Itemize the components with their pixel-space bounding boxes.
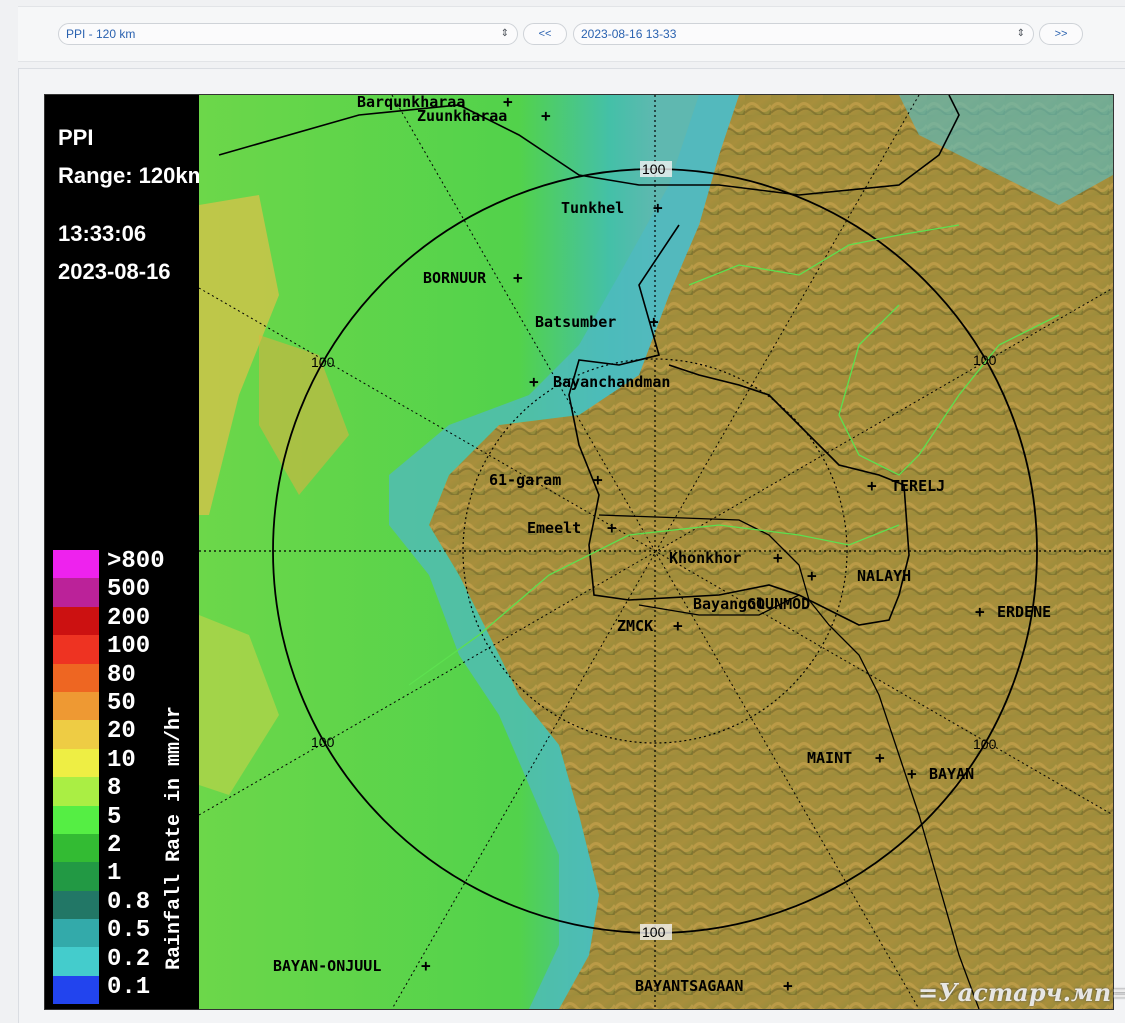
- ring-label: 100: [642, 924, 666, 940]
- plus-marker-icon: +: [607, 518, 617, 537]
- radar-map: 100 100 100 100 100 100 Barqunkharaa Zuu…: [199, 95, 1113, 1009]
- plus-marker-icon: +: [975, 602, 985, 621]
- legend-value-label: 8: [107, 775, 122, 803]
- legend-value-label: 0.2: [107, 945, 151, 973]
- legend-color-swatch: [53, 720, 99, 749]
- place-label: ERDENE: [997, 603, 1051, 621]
- legend-color-swatch: [53, 635, 99, 664]
- legend-value-label: 100: [107, 633, 151, 661]
- place-label: Emeelt: [527, 519, 581, 537]
- plus-marker-icon: +: [875, 748, 885, 767]
- place-label: Tunkhel: [561, 199, 624, 217]
- plus-marker-icon: +: [513, 268, 523, 287]
- radar-image: PPI Range: 120km 13:33:06 2023-08-16 >80…: [44, 94, 1114, 1010]
- place-label: Zuunkharaa: [417, 107, 507, 125]
- product-label: PPI: [58, 125, 94, 150]
- legend-color-swatch: [53, 777, 99, 806]
- place-label: TERELJ: [891, 477, 945, 495]
- product-select-value: PPI - 120 km: [66, 27, 136, 41]
- plus-marker-icon: +: [807, 566, 817, 585]
- range-label: Range: 120km: [58, 163, 208, 188]
- plus-marker-icon: +: [503, 95, 513, 111]
- legend-value-label: 20: [107, 718, 136, 746]
- legend-color-swatch: [53, 691, 99, 721]
- place-label: Batsumber: [535, 313, 616, 331]
- plus-marker-icon: +: [867, 476, 877, 495]
- plus-marker-icon: +: [907, 764, 917, 783]
- place-label: Bayanchandman: [553, 373, 670, 391]
- product-select[interactable]: PPI - 120 km ⇕: [58, 23, 518, 45]
- place-label: MAINT: [807, 749, 852, 767]
- time-select-value: 2023-08-16 13-33: [581, 27, 677, 41]
- legend-value-label: 2: [107, 832, 122, 859]
- legend-color-swatch: [53, 550, 99, 579]
- place-label: ZMCK: [617, 617, 653, 635]
- watermark: =Уастарч.мп=: [918, 978, 1125, 1007]
- legend-color-swatch: [53, 919, 99, 948]
- chevron-updown-icon: ⇕: [1016, 28, 1025, 39]
- prev-button[interactable]: <<: [523, 23, 567, 45]
- legend-value-label: 10: [107, 746, 136, 774]
- toolbar: PPI - 120 km ⇕ << 2023-08-16 13-33 ⇕ >>: [18, 6, 1125, 62]
- legend-color-swatch: [53, 947, 99, 976]
- legend-value-label: 200: [107, 604, 151, 632]
- place-label: 61-garam: [489, 471, 561, 489]
- ring-label: 100: [311, 354, 335, 370]
- legend-color-swatch: [53, 606, 99, 636]
- place-label: NALAYH: [857, 567, 911, 585]
- plus-marker-icon: +: [593, 470, 603, 489]
- plus-marker-icon: +: [783, 976, 793, 995]
- plus-marker-icon: +: [673, 616, 683, 635]
- legend-color-swatch: [53, 663, 99, 692]
- next-button[interactable]: >>: [1039, 23, 1083, 45]
- legend-value-label: 0.1: [107, 974, 151, 1001]
- legend-title: Rainfall Rate in mm/hr: [163, 705, 186, 970]
- ring-label: 100: [973, 352, 997, 368]
- radar-info-panel: PPI Range: 120km 13:33:06 2023-08-16 >80…: [45, 95, 207, 1009]
- chevron-updown-icon: ⇕: [500, 28, 509, 39]
- place-label: BAYAN: [929, 765, 974, 783]
- place-label: BAYAN-ONJUUL: [273, 957, 381, 975]
- legend-color-swatch: [53, 890, 99, 920]
- place-label: Khonkhor: [669, 549, 741, 567]
- legend-value-label: 50: [107, 690, 136, 717]
- legend-value-label: 5: [107, 803, 122, 831]
- plus-marker-icon: +: [421, 956, 431, 975]
- place-label: BAYANTSAGAAN: [635, 977, 743, 995]
- rainfall-color-scale: [53, 550, 99, 1005]
- legend-color-swatch: [53, 862, 99, 891]
- date-label: 2023-08-16: [58, 259, 171, 284]
- ring-label: 100: [973, 736, 997, 752]
- legend-value-label: 0.5: [107, 917, 151, 945]
- legend-color-swatch: [53, 833, 99, 863]
- plus-marker-icon: +: [649, 312, 659, 331]
- legend-value-label: 0.8: [107, 888, 151, 916]
- legend-value-label: >800: [107, 548, 165, 575]
- legend-value-label: 80: [107, 661, 136, 689]
- time-label: 13:33:06: [58, 221, 147, 246]
- time-select[interactable]: 2023-08-16 13-33 ⇕: [573, 23, 1034, 45]
- plus-marker-icon: +: [653, 198, 663, 217]
- ring-label: 100: [311, 734, 335, 750]
- plus-marker-icon: +: [529, 372, 539, 391]
- plus-marker-icon: +: [773, 548, 783, 567]
- ring-label: 100: [642, 161, 666, 177]
- plus-marker-icon: +: [541, 106, 551, 125]
- place-label: BORNUUR: [423, 269, 487, 287]
- legend-color-swatch: [53, 748, 99, 778]
- place-label: GOUNMOD: [747, 595, 810, 613]
- legend-value-label: 1: [107, 860, 122, 888]
- legend-color-swatch: [53, 805, 99, 834]
- legend-value-label: 500: [107, 576, 151, 604]
- legend-color-swatch: [53, 975, 99, 1005]
- legend-color-swatch: [53, 578, 99, 607]
